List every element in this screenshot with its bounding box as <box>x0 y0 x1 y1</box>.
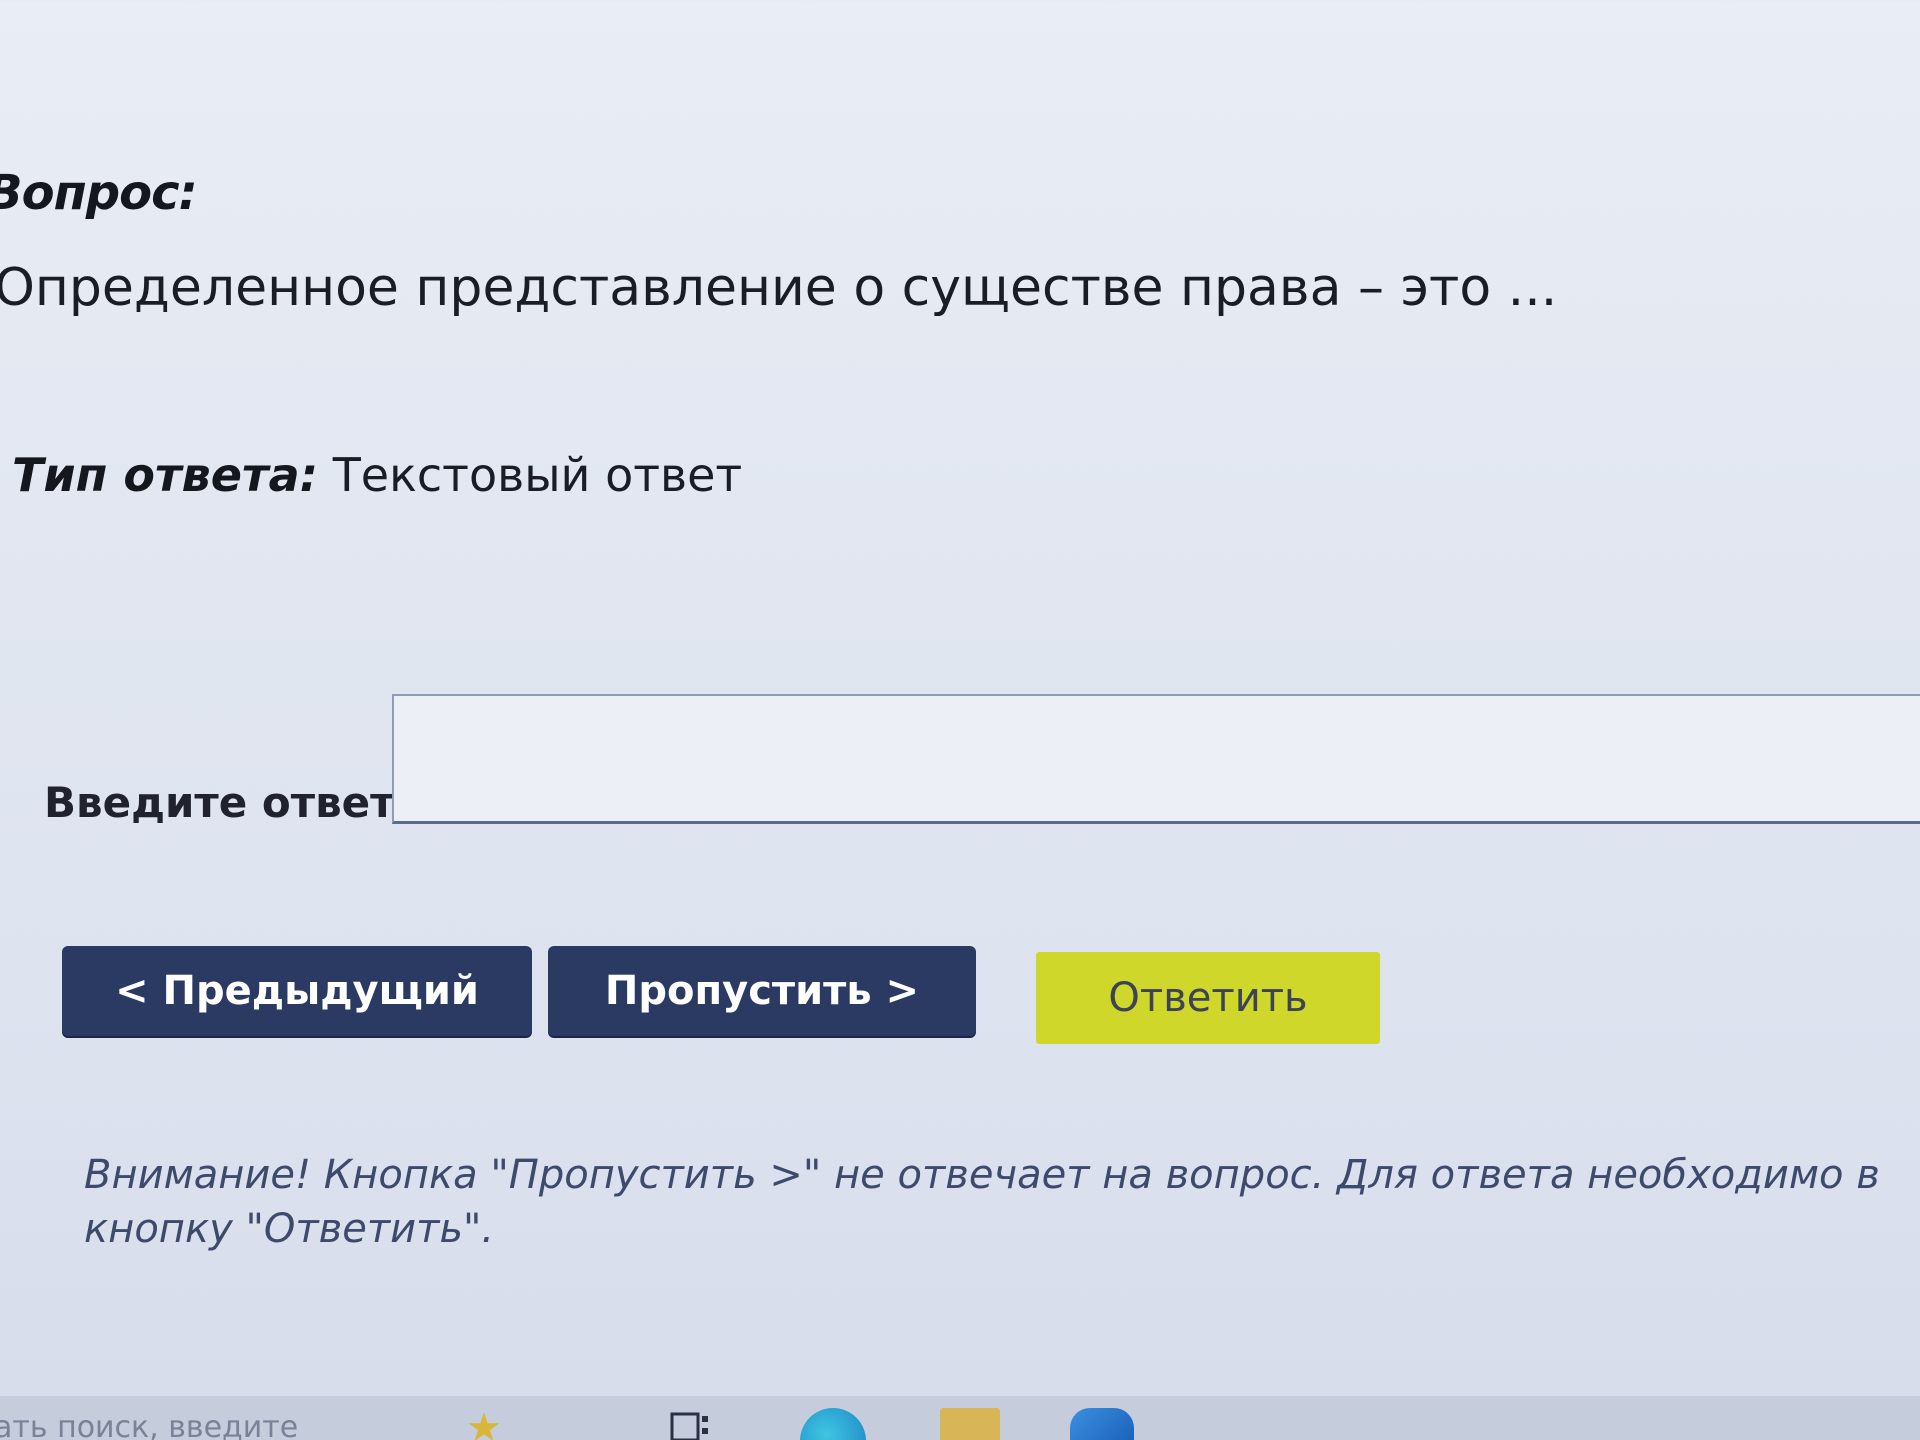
warning-message: Внимание! Кнопка "Пропустить >" не отвеч… <box>84 1148 1920 1256</box>
warning-line-2: кнопку "Ответить". <box>84 1206 495 1252</box>
answer-field-label: Введите ответ: <box>44 778 412 827</box>
answer-type: Тип ответа: Текстовый ответ <box>12 448 742 502</box>
widgets-icon[interactable]: ★ <box>466 1408 522 1440</box>
answer-type-label: Тип ответа: <box>12 448 319 502</box>
previous-button[interactable]: < Предыдущий <box>62 946 532 1036</box>
taskbar: ать поиск, введите ★ <box>0 1396 1920 1440</box>
store-icon[interactable] <box>1070 1408 1134 1440</box>
question-label: Вопрос: <box>0 165 198 221</box>
answer-type-value: Текстовый ответ <box>332 448 743 502</box>
answer-button[interactable]: Ответить <box>1036 952 1380 1044</box>
taskbar-search[interactable]: ать поиск, введите <box>0 1410 298 1440</box>
warning-line-1: Внимание! Кнопка "Пропустить >" не отвеч… <box>84 1152 1880 1198</box>
file-explorer-icon[interactable] <box>940 1408 1000 1440</box>
task-view-icon[interactable] <box>670 1408 714 1440</box>
edge-icon[interactable] <box>800 1408 866 1440</box>
question-text: Определенное представление о существе пр… <box>0 258 1558 318</box>
answer-input[interactable] <box>392 694 1920 824</box>
skip-button[interactable]: Пропустить > <box>548 946 976 1036</box>
